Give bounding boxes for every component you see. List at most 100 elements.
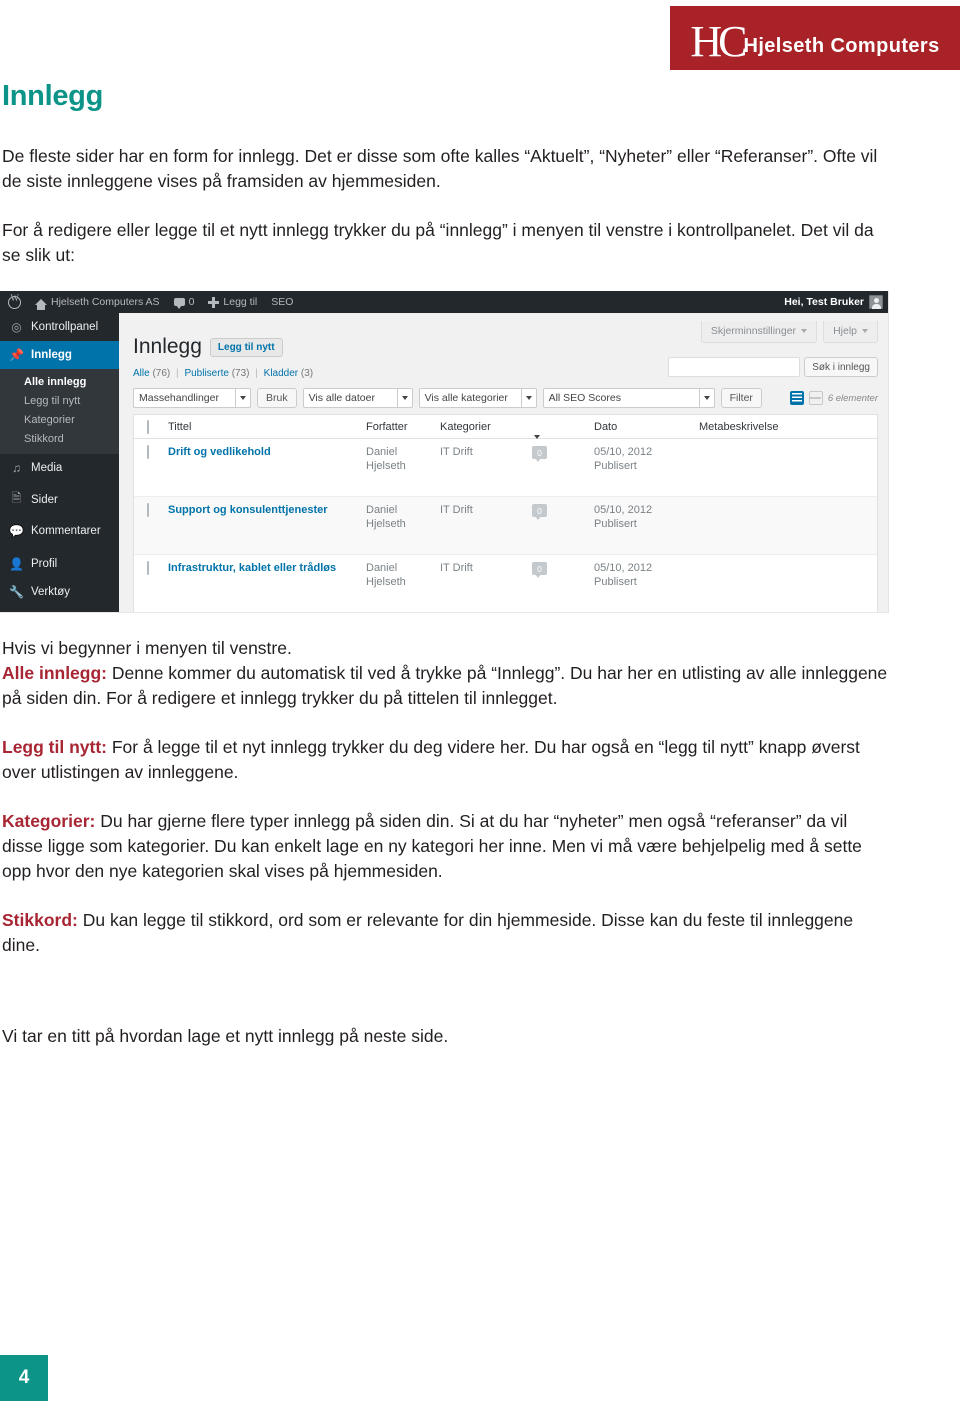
sidebar-item-kontrollpanel[interactable]: ◎ Kontrollpanel xyxy=(0,313,119,341)
wp-admin-bar: Hjelseth Computers AS 0 Legg til SEO Hei… xyxy=(0,291,888,313)
comment-count-bubble[interactable]: 0 xyxy=(532,446,547,462)
wrench-icon: 🔧 xyxy=(9,585,24,599)
comment-count-bubble[interactable]: 0 xyxy=(532,504,547,520)
sidebar-item-kommentarer[interactable]: 💬 Kommentarer xyxy=(0,517,119,545)
seo-label: SEO xyxy=(271,296,294,308)
cell-comments: 0 xyxy=(532,446,594,462)
new-content-menu-item[interactable]: Legg til xyxy=(201,291,264,313)
chevron-down-icon xyxy=(520,389,536,407)
view-link-publiserte[interactable]: Publiserte xyxy=(184,368,228,379)
post-date: 05/10, 2012 xyxy=(594,562,653,574)
author-first-name: Daniel xyxy=(366,562,398,574)
chevron-down-icon xyxy=(801,329,808,333)
bulk-actions-select[interactable]: Massehandlinger xyxy=(133,388,251,408)
explanation-alle-innlegg: Alle innlegg: Denne kommer du automatisk… xyxy=(2,661,892,711)
row-checkbox[interactable] xyxy=(147,445,149,459)
brand-logo: HC Hjelseth Computers xyxy=(690,16,939,64)
lead-legg-til-nytt: Legg til nytt: xyxy=(2,737,107,757)
submenu-item-kategorier[interactable]: Kategorier xyxy=(0,410,119,429)
pages-icon: 🗎 xyxy=(11,491,22,505)
cell-comments: 0 xyxy=(532,504,594,520)
author-last-name: Hjelseth xyxy=(366,576,406,588)
sidebar-item-profil[interactable]: 👤 Profil xyxy=(0,550,119,578)
body-alle-innlegg: Denne kommer du automatisk til ved å try… xyxy=(2,663,888,708)
category-filter-select[interactable]: Vis alle kategorier xyxy=(418,388,537,408)
table-filter-bar: Massehandlinger Bruk Vis alle datoer Vis… xyxy=(133,388,878,408)
post-search-area: Søk i innlegg xyxy=(668,357,878,377)
separator: | xyxy=(176,368,179,379)
sidebar-item-media[interactable]: ♫ Media xyxy=(0,454,119,482)
sidebar-item-label: Sider xyxy=(31,493,58,506)
table-row[interactable]: Infrastruktur, kablet eller trådløs Dani… xyxy=(134,555,877,612)
post-title-link[interactable]: Support og konsulenttjenester xyxy=(168,504,328,516)
seo-menu-item[interactable]: SEO xyxy=(264,291,300,313)
comment-count-bubble[interactable]: 0 xyxy=(532,562,547,578)
wp-logo-menu-item[interactable] xyxy=(0,291,28,313)
view-link-kladder[interactable]: Kladder xyxy=(264,368,298,379)
seo-score-filter-select[interactable]: All SEO Scores xyxy=(542,388,715,408)
excerpt-view-icon[interactable] xyxy=(808,391,823,405)
add-new-button[interactable]: Legg til nytt xyxy=(209,337,283,357)
date-filter-select[interactable]: Vis alle datoer xyxy=(302,388,413,408)
brand-monogram: HC xyxy=(690,17,747,66)
author-first-name: Daniel xyxy=(366,504,398,516)
sidebar-item-verktoy[interactable]: 🔧 Verktøy xyxy=(0,578,119,606)
view-switch: 6 elementer xyxy=(789,391,878,405)
table-row[interactable]: Drift og vedlikehold Daniel Hjelseth IT … xyxy=(134,439,877,497)
explanation-text-block: Hvis vi begynner i menyen til venstre. A… xyxy=(2,636,892,958)
chevron-down-icon xyxy=(235,389,250,407)
column-header-title[interactable]: Tittel xyxy=(168,421,366,433)
sidebar-item-label: Kontrollpanel xyxy=(31,321,99,333)
post-status: Publisert xyxy=(594,460,637,472)
account-menu-item[interactable]: Hei, Test Bruker xyxy=(784,295,888,309)
column-header-date[interactable]: Dato xyxy=(594,421,699,433)
body-legg-til-nytt: For å legge til et nyt innlegg trykker d… xyxy=(2,737,860,782)
wordpress-icon xyxy=(8,293,21,309)
post-title-link[interactable]: Drift og vedlikehold xyxy=(168,446,271,458)
cell-category[interactable]: IT Drift xyxy=(440,562,532,574)
column-header-categories: Kategorier xyxy=(440,420,491,433)
filter-button[interactable]: Filter xyxy=(720,388,762,408)
submenu-item-stikkord[interactable]: Stikkord xyxy=(0,429,119,448)
submenu-item-legg-til-nytt[interactable]: Legg til nytt xyxy=(0,391,119,410)
post-status: Publisert xyxy=(594,518,637,530)
sidebar-item-sider[interactable]: 🗎 Sider xyxy=(0,482,119,517)
site-name-label: Hjelseth Computers AS xyxy=(51,296,160,308)
list-view-icon[interactable] xyxy=(789,391,804,405)
view-link-alle[interactable]: Alle xyxy=(133,368,150,379)
bulk-actions-value: Massehandlinger xyxy=(139,392,219,404)
site-name-menu-item[interactable]: Hjelseth Computers AS xyxy=(28,291,167,313)
help-tab[interactable]: Hjelp xyxy=(823,321,878,343)
sidebar-item-innlegg[interactable]: 📌 Innlegg xyxy=(0,341,127,369)
screen-meta-links: Skjerminnstillinger Hjelp xyxy=(700,321,878,343)
intro-paragraph-2: For å redigere eller legge til et nytt i… xyxy=(2,220,874,265)
screen-options-tab[interactable]: Skjerminnstillinger xyxy=(700,321,818,343)
explanation-intro: Hvis vi begynner i menyen til venstre. xyxy=(2,638,292,658)
row-checkbox-cell xyxy=(134,503,168,517)
row-checkbox[interactable] xyxy=(147,561,149,575)
cell-category[interactable]: IT Drift xyxy=(440,446,532,458)
row-checkbox[interactable] xyxy=(147,503,149,517)
cell-date: 05/10, 2012 Publisert xyxy=(594,504,699,530)
cell-author: Daniel Hjelseth xyxy=(366,562,440,588)
search-input[interactable] xyxy=(668,357,801,377)
page-number: 4 xyxy=(0,1355,48,1401)
select-all-checkbox-cell xyxy=(134,419,168,434)
apply-button[interactable]: Bruk xyxy=(257,388,297,408)
comment-bubble-icon xyxy=(173,298,185,309)
view-count-alle: (76) xyxy=(152,368,171,379)
explanation-stikkord: Stikkord: Du kan legge til stikkord, ord… xyxy=(2,908,892,958)
user-icon: 👤 xyxy=(9,557,24,571)
column-header-meta: Metabeskrivelse xyxy=(699,420,779,433)
select-all-checkbox[interactable] xyxy=(147,419,149,434)
search-button[interactable]: Søk i innlegg xyxy=(804,357,878,377)
cell-category[interactable]: IT Drift xyxy=(440,504,532,516)
comments-menu-item[interactable]: 0 xyxy=(167,291,202,313)
submenu-item-alle-innlegg[interactable]: Alle innlegg xyxy=(0,372,119,391)
author-last-name: Hjelseth xyxy=(366,518,406,530)
post-title-link[interactable]: Infrastruktur, kablet eller trådløs xyxy=(168,562,336,574)
table-row[interactable]: Support og konsulenttjenester Daniel Hje… xyxy=(134,497,877,555)
brand-header: HC Hjelseth Computers xyxy=(670,6,960,70)
